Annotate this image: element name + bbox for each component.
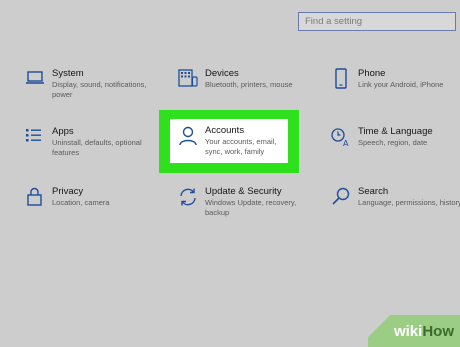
tile-description: Link your Android, iPhone <box>358 80 444 89</box>
tile-title: Time & Language <box>358 126 433 137</box>
find-setting-search-box[interactable]: Find a setting <box>298 12 456 31</box>
tile-description: Language, permissions, history <box>358 198 460 207</box>
tile-title: Devices <box>205 68 239 79</box>
magnifier-icon <box>332 187 350 205</box>
tile-description: Speech, region, date <box>358 138 428 147</box>
tile-description: Your accounts, email, sync, work, family <box>205 137 277 156</box>
tile-system[interactable]: System Display, sound, notifications, po… <box>24 68 149 108</box>
tile-description: Windows Update, recovery, backup <box>205 198 297 217</box>
tile-title: Phone <box>358 68 386 79</box>
sync-arrows-icon <box>180 188 196 206</box>
lock-icon <box>27 187 42 206</box>
tile-description: Location, camera <box>52 198 110 207</box>
tile-update-security[interactable]: Update & Security Windows Update, recove… <box>177 186 302 226</box>
tile-description: Uninstall, defaults, optional features <box>52 138 142 157</box>
tile-title: Search <box>358 186 389 197</box>
clock-language-icon: A <box>331 128 349 148</box>
tile-description: Display, sound, notifications, power <box>52 80 147 99</box>
laptop-icon <box>26 71 44 84</box>
tile-title: Apps <box>52 126 74 137</box>
tile-time-language[interactable]: A Time & Language Speech, region, date <box>330 126 455 166</box>
tile-accounts[interactable]: Accounts Your accounts, email, sync, wor… <box>177 125 295 165</box>
phone-icon <box>335 68 347 89</box>
tile-phone[interactable]: Phone Link your Android, iPhone <box>330 68 455 108</box>
person-icon <box>179 126 197 146</box>
tile-title: Privacy <box>52 186 84 197</box>
tile-title: System <box>52 68 84 79</box>
tile-apps[interactable]: Apps Uninstall, defaults, optional featu… <box>24 126 149 166</box>
tile-search[interactable]: Search Language, permissions, history <box>330 186 460 226</box>
keyboard-icon <box>178 69 198 87</box>
watermark-how: How <box>422 323 454 340</box>
search-placeholder: Find a setting <box>305 16 363 27</box>
tile-title: Accounts <box>205 125 245 136</box>
svg-text:A: A <box>343 139 349 148</box>
watermark-wiki: wiki <box>393 323 423 340</box>
tile-devices[interactable]: Devices Bluetooth, printers, mouse <box>177 68 302 108</box>
tile-title: Update & Security <box>205 186 282 197</box>
tile-description: Bluetooth, printers, mouse <box>205 80 293 89</box>
tile-privacy[interactable]: Privacy Location, camera <box>24 186 149 226</box>
apps-list-icon <box>26 129 41 142</box>
wikihow-watermark: wikiHow <box>368 315 460 347</box>
